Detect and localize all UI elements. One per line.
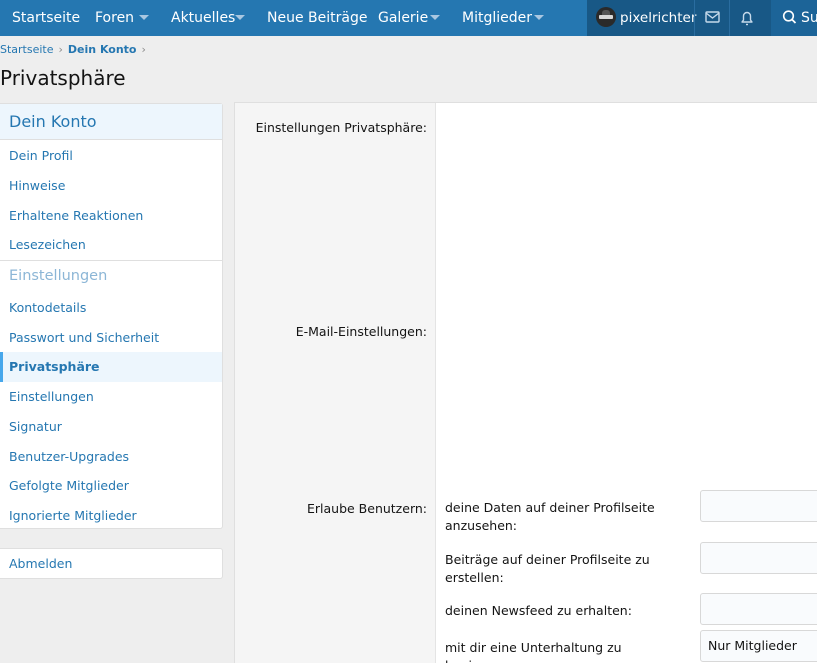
nav-item-galerie[interactable]: Galerie (378, 0, 428, 36)
sidebar-section-label: Einstellungen (9, 268, 108, 284)
sidebar-item-kontodetails[interactable]: Kontodetails (0, 293, 222, 323)
sidebar-item-gefolgte-mitglieder[interactable]: Gefolgte Mitglieder (0, 471, 222, 501)
search-icon (782, 10, 797, 24)
sidebar-item-einstellungen[interactable]: Einstellungen (0, 382, 222, 412)
privacy-form: Einstellungen Privatsphäre: E-Mail-Einst… (234, 102, 817, 663)
chevron-down-icon[interactable] (430, 15, 440, 20)
chevron-down-icon[interactable] (534, 15, 544, 20)
breadcrumb: Startseite › Dein Konto › (0, 43, 151, 56)
option-view-profile-text: deine Daten auf deiner Profilseite anzus… (445, 500, 655, 533)
sidebar-item-privatsphaere[interactable]: Privatsphäre (0, 352, 222, 382)
sidebar-section-heading: Einstellungen (0, 260, 222, 292)
alerts-button[interactable] (730, 0, 764, 36)
sidebar-heading: Dein Konto (0, 104, 222, 140)
sidebar-item-benutzer-upgrades[interactable]: Benutzer-Upgrades (0, 442, 222, 472)
nav-item-neue-beitraege[interactable]: Neue Beiträge (267, 0, 367, 36)
top-navigation-bar: Startseite Foren Aktuelles Neue Beiträge… (0, 0, 817, 36)
post-profile-select[interactable] (700, 542, 817, 574)
sidebar-item-signatur[interactable]: Signatur (0, 412, 222, 442)
inbox-button[interactable] (695, 0, 729, 36)
page-title: Privatsphäre (0, 66, 126, 90)
search-label: Suchen (801, 10, 817, 26)
logout-block: Abmelden (0, 548, 223, 579)
chevron-down-icon[interactable] (235, 15, 245, 20)
newsfeed-select[interactable] (700, 593, 817, 625)
breadcrumb-home[interactable]: Startseite (0, 43, 54, 56)
option-conversation-text: mit dir eine Unterhaltung zu beginnen: (445, 640, 622, 663)
chevron-down-icon[interactable] (139, 15, 149, 20)
chevron-right-icon: › (141, 43, 146, 56)
envelope-icon (705, 11, 720, 23)
conversation-select[interactable]: Nur Mitglieder (700, 630, 817, 662)
email-settings-label: E-Mail-Einstellungen: (295, 324, 427, 339)
sidebar-item-erhaltene-reaktionen[interactable]: Erhaltene Reaktionen (0, 201, 222, 231)
nav-item-mitglieder[interactable]: Mitglieder (462, 0, 532, 36)
search-button[interactable]: Suchen (771, 0, 817, 36)
form-label-column: Einstellungen Privatsphäre: E-Mail-Einst… (235, 103, 436, 663)
view-profile-select[interactable] (700, 490, 817, 522)
nav-item-foren[interactable]: Foren (95, 0, 134, 36)
nav-item-startseite[interactable]: Startseite (12, 0, 80, 36)
sidebar-heading-label[interactable]: Dein Konto (9, 112, 97, 131)
sidebar-item-ignorierte-mitglieder[interactable]: Ignorierte Mitglieder (0, 501, 222, 531)
bell-icon (741, 11, 753, 26)
username-label[interactable]: pixelrichter (620, 0, 696, 36)
allow-users-label: Erlaube Benutzern: (306, 501, 427, 516)
option-newsfeed-text: deinen Newsfeed zu erhalten: (445, 603, 632, 618)
sidebar-item-hinweise[interactable]: Hinweise (0, 171, 222, 201)
privacy-settings-label: Einstellungen Privatsphäre: (255, 120, 427, 135)
select-value: Nur Mitglieder (708, 638, 797, 653)
sidebar-item-dein-profil[interactable]: Dein Profil (0, 141, 222, 171)
option-post-profile-text: Beiträge auf deiner Profilseite zu erste… (445, 552, 650, 585)
breadcrumb-account[interactable]: Dein Konto (68, 43, 137, 56)
sidebar-item-passwort-und-sicherheit[interactable]: Passwort und Sicherheit (0, 323, 222, 353)
logout-link[interactable]: Abmelden (9, 556, 72, 571)
avatar[interactable] (596, 7, 616, 27)
nav-item-aktuelles[interactable]: Aktuelles (171, 0, 235, 36)
sidebar-item-lesezeichen[interactable]: Lesezeichen (0, 230, 222, 260)
account-sidebar: Dein Konto Dein Profil Hinweise Erhalten… (0, 103, 223, 529)
chevron-right-icon: › (58, 43, 63, 56)
